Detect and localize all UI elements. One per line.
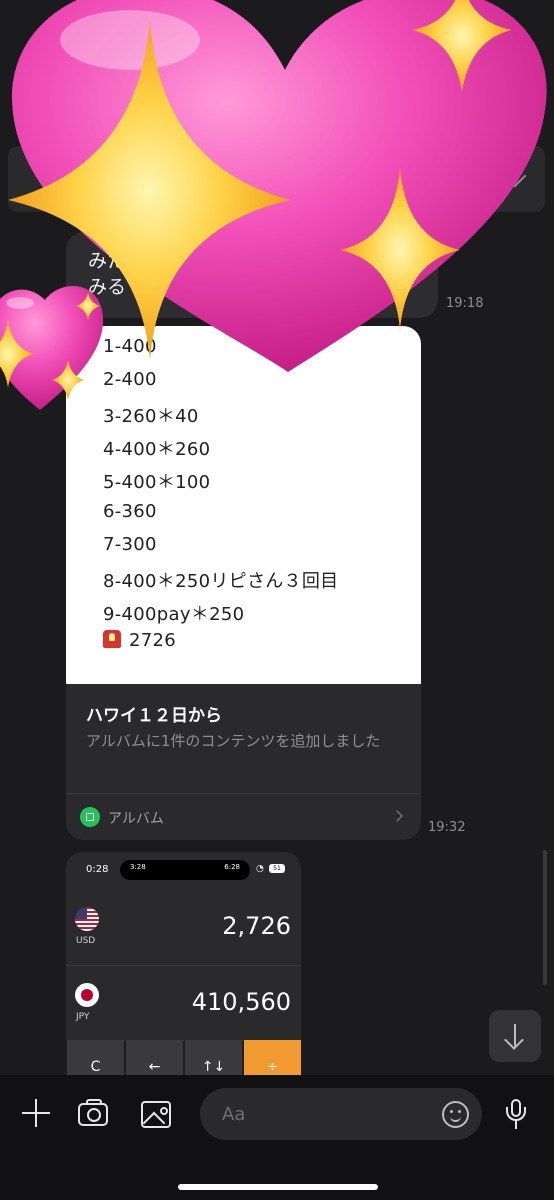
album-post-card[interactable]: 1-400 2-400 3-260＊40 4-400＊260 5-400＊100… [66,326,421,840]
sparkle-icon [0,320,34,388]
island-right-time: 6:28 [224,863,240,871]
status-bar: 0:28 3:28 6:28 ◔ 51 [66,852,301,890]
wifi-icon: ◔ [256,864,264,874]
scrollbar[interactable] [543,850,547,985]
message-text: みた みる [88,250,127,298]
message-time: 19:18 [446,296,484,311]
japan-flag-icon [75,983,99,1007]
message-bubble[interactable]: みた みる [66,232,438,318]
note-line: 1-400 [103,336,157,357]
chevron-right-icon [391,810,403,822]
message-input-bar [0,1075,554,1200]
currency-value: 410,560 [191,988,291,1016]
scroll-to-bottom-button[interactable] [489,1010,541,1062]
image-icon[interactable] [141,1101,171,1128]
note-line: 5-400＊100 [103,472,211,493]
currency-code: USD [76,936,96,946]
message-time: 19:32 [428,820,466,835]
note-line: 2-400 [103,369,157,390]
usa-flag-icon [75,907,99,931]
microphone-icon[interactable] [503,1099,529,1133]
total-value: 2726 [129,630,177,651]
note-line: 4-400＊260 [103,439,211,460]
album-title: ハワイ１２日から [86,706,222,726]
emoji-icon[interactable] [442,1101,469,1128]
currency-code: JPY [76,1012,90,1022]
plus-icon[interactable] [20,1097,52,1129]
top-notice-bar[interactable] [8,146,545,212]
note-line: 7-300 [103,534,157,555]
currency-row: USD 2,726 [66,890,301,965]
status-time: 0:28 [86,864,109,875]
island-left-time: 3:28 [130,863,146,871]
sparkle-icon [412,0,512,92]
note-line: 6-360 [103,501,157,522]
album-icon [80,807,100,827]
home-indicator [178,1184,378,1190]
note-line: 3-260＊40 [103,406,199,427]
currency-row: JPY 410,560 [66,965,301,1041]
note-line: 9-400pay＊250 [103,604,245,625]
battery-icon: 51 [269,864,285,873]
dynamic-island: 3:28 6:28 [120,860,250,880]
camera-icon[interactable] [78,1099,108,1126]
album-link-label: アルバム [108,811,164,827]
album-photo[interactable]: 1-400 2-400 3-260＊40 4-400＊260 5-400＊100… [66,326,421,684]
screenshot-image[interactable]: 0:28 3:28 6:28 ◔ 51 USD 2,726 JPY 410,56… [66,852,301,1082]
siren-icon [103,630,121,648]
arrow-down-icon [504,1030,524,1050]
note-total: 2726 [103,630,176,651]
album-link[interactable]: アルバム [66,794,421,840]
chevron-down-icon[interactable] [503,164,527,188]
note-line: 8-400＊250リピさん３回目 [103,571,339,592]
message-input[interactable] [200,1088,482,1140]
album-description: アルバムに1件のコンテンツを追加しました [86,732,381,750]
currency-value: 2,726 [222,912,291,940]
